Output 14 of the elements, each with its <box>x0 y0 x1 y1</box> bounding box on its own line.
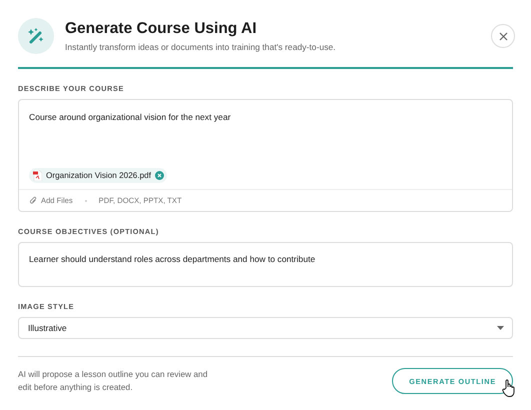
image-style-dropdown[interactable]: Illustrative <box>18 317 513 339</box>
attachment-chip: Organization Vision 2026.pdf <box>29 168 167 183</box>
paperclip-icon <box>29 196 37 205</box>
hand-cursor-icon <box>502 379 516 397</box>
magic-wand-icon <box>18 18 54 54</box>
objectives-field[interactable]: Learner should understand roles across departments and how to contribute <box>18 242 513 287</box>
remove-icon[interactable] <box>155 171 164 180</box>
close-icon <box>498 32 508 40</box>
close-button[interactable] <box>491 24 515 48</box>
info-text: AI will propose a lesson outline you can review and edit before anything is created. <box>18 368 208 394</box>
caret-icon <box>497 326 504 330</box>
pdf-file-icon <box>33 170 42 181</box>
dialog-subtitle: Instantly transform ideas or documents into training that's ready-to-use. <box>65 42 337 52</box>
dialog-title: Generate Course Using AI <box>65 20 258 38</box>
